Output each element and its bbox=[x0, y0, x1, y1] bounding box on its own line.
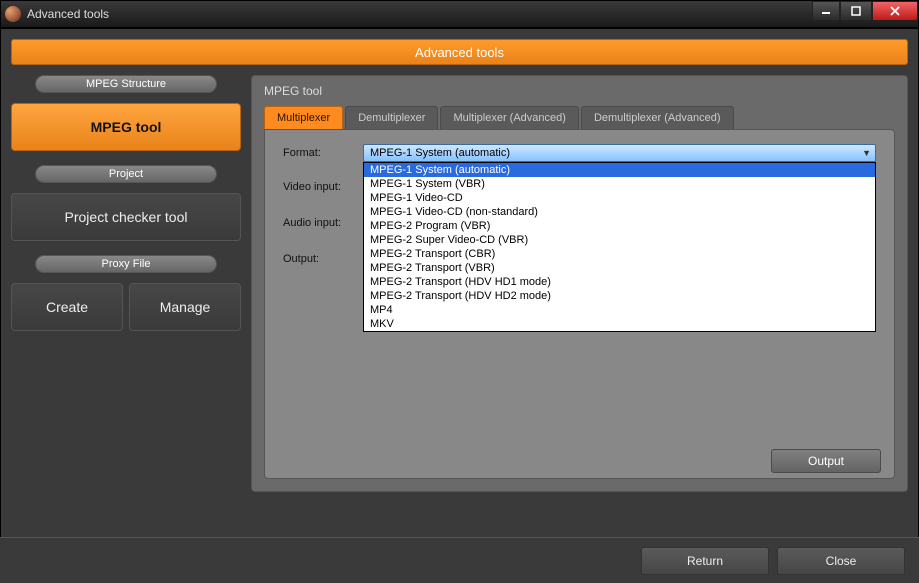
output-button[interactable]: Output bbox=[771, 449, 881, 473]
return-button[interactable]: Return bbox=[641, 547, 769, 575]
video-input-label: Video input: bbox=[283, 181, 363, 193]
format-option[interactable]: MPEG-2 Program (VBR) bbox=[364, 219, 875, 233]
dialog-body: Advanced tools MPEG Structure MPEG tool … bbox=[0, 28, 919, 583]
format-option[interactable]: MPEG-2 Transport (HDV HD2 mode) bbox=[364, 289, 875, 303]
panel-title: MPEG tool bbox=[252, 76, 907, 106]
format-option[interactable]: MKV bbox=[364, 317, 875, 331]
sidebar-group-project: Project bbox=[35, 165, 217, 183]
sidebar-item-label: Project checker tool bbox=[65, 209, 188, 225]
maximize-button[interactable] bbox=[840, 1, 872, 21]
sidebar: MPEG Structure MPEG tool Project Project… bbox=[11, 75, 241, 492]
tab-multiplexer[interactable]: Multiplexer bbox=[264, 106, 343, 129]
sidebar-item-project-checker[interactable]: Project checker tool bbox=[11, 193, 241, 241]
close-dialog-button[interactable]: Close bbox=[777, 547, 905, 575]
minimize-button[interactable] bbox=[812, 1, 840, 21]
format-option[interactable]: MPEG-1 System (automatic) bbox=[364, 163, 875, 177]
dialog-bottom-bar: Return Close bbox=[0, 537, 919, 583]
format-option[interactable]: MPEG-2 Transport (VBR) bbox=[364, 261, 875, 275]
sidebar-group-proxy-file: Proxy File bbox=[35, 255, 217, 273]
titlebar: Advanced tools bbox=[0, 0, 919, 28]
format-selected-value: MPEG-1 System (automatic) bbox=[370, 147, 510, 159]
format-dropdown-list[interactable]: MPEG-1 System (automatic)MPEG-1 System (… bbox=[363, 162, 876, 332]
format-combo[interactable]: MPEG-1 System (automatic) ▼ bbox=[363, 144, 876, 162]
sidebar-item-label: Manage bbox=[160, 299, 211, 315]
format-option[interactable]: MPEG-1 Video-CD bbox=[364, 191, 875, 205]
dialog-header: Advanced tools bbox=[11, 39, 908, 65]
window-controls bbox=[812, 1, 918, 21]
sidebar-item-create[interactable]: Create bbox=[11, 283, 123, 331]
sidebar-item-mpeg-tool[interactable]: MPEG tool bbox=[11, 103, 241, 151]
sidebar-item-label: MPEG tool bbox=[91, 119, 162, 135]
format-option[interactable]: MPEG-1 Video-CD (non-standard) bbox=[364, 205, 875, 219]
format-label: Format: bbox=[283, 147, 363, 159]
format-row: Format: MPEG-1 System (automatic) ▼ MPEG… bbox=[283, 144, 876, 162]
format-option[interactable]: MPEG-1 System (VBR) bbox=[364, 177, 875, 191]
tab-multiplexer-advanced[interactable]: Multiplexer (Advanced) bbox=[440, 106, 579, 129]
format-option[interactable]: MPEG-2 Transport (HDV HD1 mode) bbox=[364, 275, 875, 289]
format-option[interactable]: MPEG-2 Super Video-CD (VBR) bbox=[364, 233, 875, 247]
tab-demultiplexer[interactable]: Demultiplexer bbox=[345, 106, 438, 129]
tabstrip: Multiplexer Demultiplexer Multiplexer (A… bbox=[264, 106, 895, 129]
sidebar-item-manage[interactable]: Manage bbox=[129, 283, 241, 331]
tab-demultiplexer-advanced[interactable]: Demultiplexer (Advanced) bbox=[581, 106, 734, 129]
app-icon bbox=[5, 6, 21, 22]
tab-body: Format: MPEG-1 System (automatic) ▼ MPEG… bbox=[264, 129, 895, 479]
output-label: Output: bbox=[283, 253, 363, 265]
audio-input-label: Audio input: bbox=[283, 217, 363, 229]
format-option[interactable]: MPEG-2 Transport (CBR) bbox=[364, 247, 875, 261]
chevron-down-icon: ▼ bbox=[862, 148, 871, 158]
sidebar-group-mpeg-structure: MPEG Structure bbox=[35, 75, 217, 93]
close-button[interactable] bbox=[872, 1, 918, 21]
window-title: Advanced tools bbox=[27, 7, 109, 21]
sidebar-item-label: Create bbox=[46, 299, 88, 315]
main-panel: MPEG tool Multiplexer Demultiplexer Mult… bbox=[251, 75, 908, 492]
format-option[interactable]: MP4 bbox=[364, 303, 875, 317]
